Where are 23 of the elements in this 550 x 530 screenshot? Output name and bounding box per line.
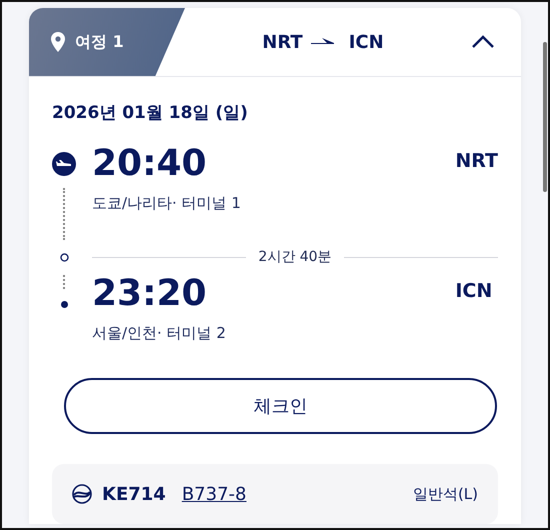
trip-tab[interactable]: 여정 1 <box>29 8 185 76</box>
departure-terminal: 도쿄/나리타· 터미널 1 <box>92 193 242 214</box>
departure-airport-code: NRT <box>455 150 498 172</box>
stop-circle-icon <box>60 252 68 262</box>
arrival-dot-icon <box>60 300 68 308</box>
origin-code: NRT <box>262 32 303 52</box>
arrival-time: 23:20 <box>92 274 208 314</box>
destination-code: ICN <box>348 32 384 52</box>
collapse-chevron-icon[interactable] <box>471 35 495 49</box>
arrival-terminal: 서울/인천· 터미널 2 <box>92 323 227 344</box>
flight-date: 2026년 01월 18일 (일) <box>52 102 249 124</box>
cabin-class: 일반석(L) <box>412 484 478 504</box>
plane-arrow-icon <box>310 37 335 47</box>
checkin-button[interactable]: 체크인 <box>64 378 497 434</box>
location-pin-icon <box>51 32 65 52</box>
arrival-airport-code: ICN <box>455 280 494 302</box>
scrollbar[interactable] <box>543 42 547 192</box>
aircraft-type-link[interactable]: B737-8 <box>182 484 246 504</box>
departure-time: 20:40 <box>92 144 208 184</box>
flight-number: KE714 <box>102 484 166 504</box>
airline-logo-icon <box>72 484 92 504</box>
flight-duration: 2시간 40분 <box>258 248 332 266</box>
departure-plane-icon <box>52 152 76 176</box>
